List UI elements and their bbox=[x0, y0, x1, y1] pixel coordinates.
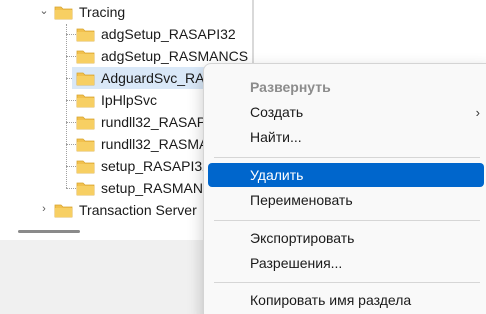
chevron-right-icon[interactable]: › bbox=[38, 203, 50, 215]
folder-icon bbox=[76, 71, 95, 86]
tree-item-transaction-server[interactable]: Transaction Server bbox=[54, 199, 197, 221]
tree-item-label: IpHlpSvc bbox=[101, 92, 158, 108]
menu-item-label: Найти... bbox=[250, 129, 302, 145]
tree-guide-branch bbox=[66, 166, 76, 167]
menu-item-export[interactable]: Экспортировать bbox=[208, 226, 484, 250]
chevron-down-icon[interactable]: ⌄ bbox=[38, 4, 50, 17]
menu-item-label: Развернуть bbox=[250, 79, 331, 95]
menu-item-label: Копировать имя раздела bbox=[250, 292, 412, 308]
scrollbar-thumb[interactable] bbox=[18, 230, 80, 233]
menu-item-find[interactable]: Найти... bbox=[208, 125, 484, 149]
menu-item-label: Экспортировать bbox=[250, 230, 355, 246]
tree-item-setup-rasapi32[interactable]: setup_RASAPI32 bbox=[76, 155, 210, 177]
menu-item-label: Удалить bbox=[250, 167, 304, 183]
tree-item-tracing[interactable]: Tracing bbox=[54, 1, 125, 23]
tree-item-adgsetup-rasapi32[interactable]: adgSetup_RASAPI32 bbox=[76, 23, 236, 45]
tree-guide-branch bbox=[66, 34, 76, 35]
menu-item-rename[interactable]: Переименовать bbox=[208, 188, 484, 212]
folder-icon bbox=[76, 181, 95, 196]
tree-item-label: adgSetup_RASMANCS bbox=[101, 48, 249, 64]
menu-item-delete[interactable]: Удалить bbox=[208, 163, 484, 187]
menu-item-label: Переименовать bbox=[250, 192, 353, 208]
tree-guide-branch bbox=[66, 56, 76, 57]
tree-guide-branch bbox=[66, 100, 76, 101]
tree-item-iphlpsvc[interactable]: IpHlpSvc bbox=[76, 89, 157, 111]
registry-editor-window: ⌄ Tracing adgSetup_RASAPI32 adgSetup_RAS… bbox=[0, 0, 486, 314]
menu-separator bbox=[214, 157, 480, 158]
menu-item-permissions[interactable]: Разрешения... bbox=[208, 251, 484, 275]
menu-item-copy-key-name[interactable]: Копировать имя раздела bbox=[208, 288, 484, 312]
folder-icon bbox=[76, 115, 95, 130]
tree-item-label: Transaction Server bbox=[79, 202, 197, 218]
menu-separator bbox=[214, 282, 480, 283]
menu-separator bbox=[214, 220, 480, 221]
menu-item-new[interactable]: Создать › bbox=[208, 100, 484, 124]
folder-icon bbox=[76, 159, 95, 174]
menu-item-label: Разрешения... bbox=[250, 255, 343, 271]
tree-guide-branch bbox=[66, 122, 76, 123]
context-menu: Развернуть Создать › Найти... Удалить Пе… bbox=[203, 63, 486, 314]
folder-icon bbox=[76, 49, 95, 64]
tree-item-label: Tracing bbox=[79, 4, 126, 20]
tree-guide-branch bbox=[66, 188, 76, 189]
folder-icon bbox=[54, 203, 73, 218]
tree-item-label: adgSetup_RASAPI32 bbox=[101, 26, 236, 42]
folder-icon bbox=[54, 5, 73, 20]
tree-guide-line bbox=[66, 24, 67, 188]
folder-icon bbox=[76, 27, 95, 42]
folder-icon bbox=[76, 93, 95, 108]
menu-item-label: Создать bbox=[250, 104, 304, 120]
tree-item-setup-rasmancs[interactable]: setup_RASMANCS bbox=[76, 177, 222, 199]
menu-item-expand: Развернуть bbox=[208, 75, 484, 99]
tree-item-label: setup_RASAPI32 bbox=[101, 158, 210, 174]
folder-icon bbox=[76, 137, 95, 152]
tree-guide-branch bbox=[66, 144, 76, 145]
chevron-right-icon: › bbox=[475, 104, 480, 120]
